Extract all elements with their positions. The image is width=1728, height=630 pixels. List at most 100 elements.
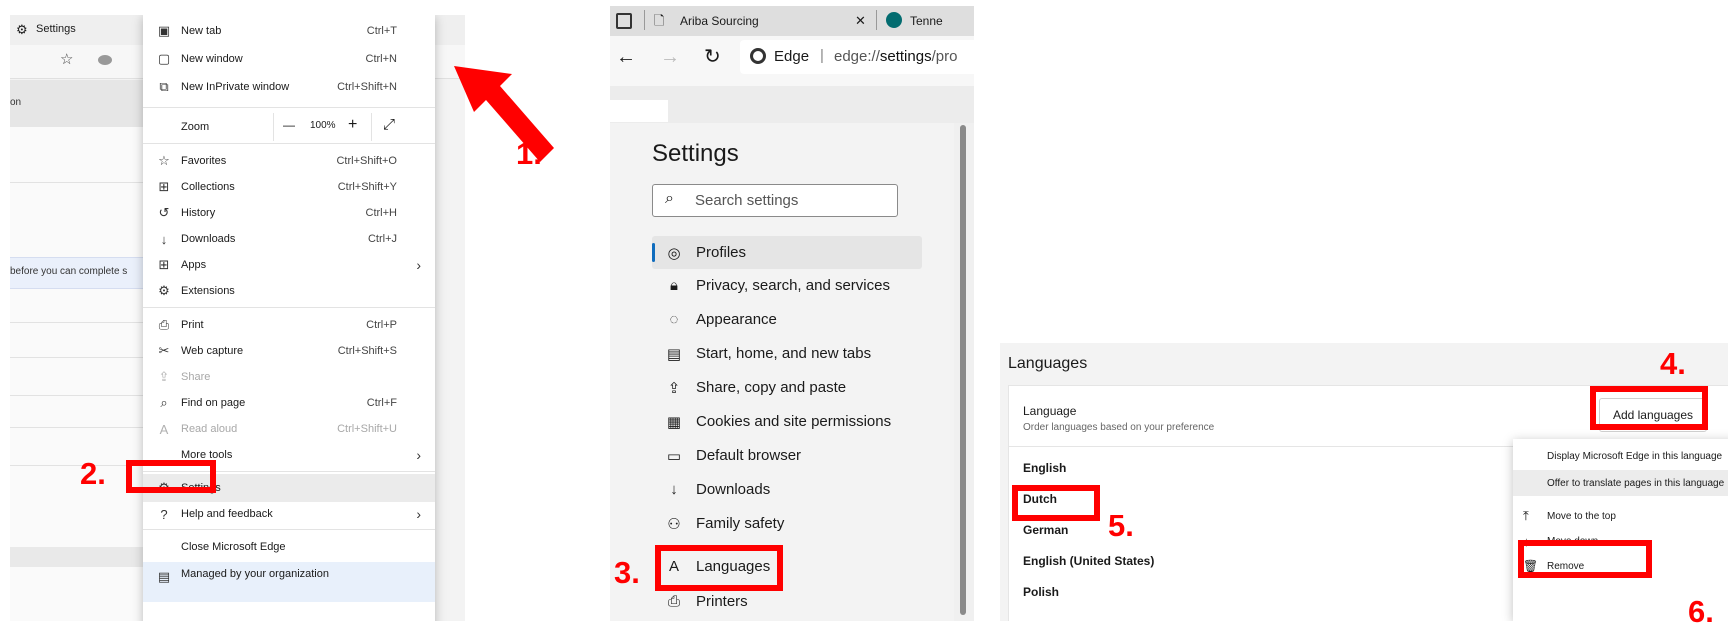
scrollbar[interactable]: [954, 123, 974, 621]
menu-item-extensions[interactable]: ⚙ Extensions: [143, 277, 435, 305]
menu-item-apps[interactable]: ⊞ Apps ›: [143, 251, 435, 279]
sidebar-item-downloads[interactable]: ↓ Downloads: [652, 473, 922, 506]
sidebar-item-start-home[interactable]: ▤ Start, home, and new tabs: [652, 337, 922, 370]
home-icon: ▤: [666, 345, 682, 363]
menu-item-print[interactable]: ⎙ Print Ctrl+P: [143, 311, 435, 339]
sidebar-item-family-safety[interactable]: ⚇ Family safety: [652, 507, 922, 540]
tab-second[interactable]: Tenne: [910, 14, 943, 28]
menu-item-offer-translate[interactable]: Offer to translate pages in this languag…: [1513, 470, 1728, 496]
tab-settings[interactable]: Settings: [36, 23, 76, 35]
section-title: Languages: [1008, 355, 1088, 372]
cut-off-text: on: [10, 97, 22, 108]
new-window-icon: ▢: [157, 51, 171, 66]
menu-item-new-tab[interactable]: ▣ New tab Ctrl+T: [143, 17, 435, 45]
chevron-right-icon: ›: [416, 447, 421, 463]
card-subtitle: Order languages based on your preference: [1023, 422, 1215, 433]
languages-settings-screenshot: Languages Language Order languages based…: [1000, 343, 1728, 621]
zoom-out-button[interactable]: —: [283, 118, 295, 132]
page-content: before you can complete s: [10, 127, 143, 621]
share-icon: ⇪: [667, 379, 681, 397]
printer-icon: ⎙: [158, 317, 170, 332]
favorite-star-icon[interactable]: ☆: [60, 50, 73, 68]
menu-item-find-on-page[interactable]: ⌕ Find on page Ctrl+F: [143, 389, 435, 417]
language-row-english[interactable]: English: [1023, 461, 1066, 475]
language-row-polish[interactable]: Polish: [1023, 585, 1059, 599]
sidebar-item-profiles[interactable]: ◎ Profiles: [652, 236, 922, 269]
extensions-icon: ⚙: [158, 283, 170, 298]
profiles-icon: ◎: [667, 244, 681, 262]
move-top-icon: ⤒: [1523, 508, 1529, 523]
briefcase-icon: ▤: [157, 569, 171, 584]
step-4-label: 4.: [1660, 346, 1686, 381]
menu-item-read-aloud[interactable]: A Read aloud Ctrl+Shift+U: [143, 415, 435, 443]
info-banner: before you can complete s: [10, 257, 143, 289]
menu-item-zoom: Zoom — 100% + ⤢: [143, 113, 435, 141]
edge-logo-icon: [750, 48, 766, 64]
annotation-box-dutch: [1012, 485, 1100, 521]
close-tab-button[interactable]: ✕: [855, 13, 866, 29]
chevron-right-icon: ›: [416, 506, 421, 522]
back-arrow-icon[interactable]: ←: [616, 46, 636, 69]
avatar[interactable]: [98, 55, 112, 65]
sidebar-item-privacy[interactable]: 🔒︎ Privacy, search, and services: [652, 269, 922, 302]
share-icon: ⇪: [158, 369, 170, 384]
address-separator: |: [820, 47, 824, 64]
new-tab-icon: ▣: [157, 23, 171, 38]
menu-item-new-window[interactable]: ▢ New window Ctrl+N: [143, 45, 435, 73]
cookies-icon: ▦: [666, 413, 682, 431]
search-placeholder: Search settings: [695, 192, 799, 209]
tab-ariba-sourcing[interactable]: Ariba Sourcing: [680, 14, 759, 28]
search-icon: ⌕: [665, 190, 674, 207]
menu-item-move-to-top[interactable]: ⤒ Move to the top: [1513, 503, 1728, 529]
palette-icon: ◌: [669, 311, 679, 328]
banner-text: before you can complete s: [10, 266, 128, 277]
read-aloud-icon: A: [159, 421, 169, 437]
address-bar[interactable]: Edge | edge://settings/pro: [740, 40, 974, 74]
menu-item-display-edge[interactable]: Display Microsoft Edge in this language: [1513, 443, 1728, 469]
language-row-german[interactable]: German: [1023, 523, 1068, 537]
printer-icon: ⎙: [667, 593, 680, 610]
menu-item-favorites[interactable]: ☆ Favorites Ctrl+Shift+O: [143, 147, 435, 175]
sharepoint-icon: [886, 12, 902, 28]
annotation-box-settings: [126, 460, 216, 493]
annotation-arrow: [454, 66, 554, 162]
lock-icon: 🔒︎: [670, 277, 678, 294]
menu-item-web-capture[interactable]: ✂ Web capture Ctrl+Shift+S: [143, 337, 435, 365]
sidebar-item-cookies[interactable]: ▦ Cookies and site permissions: [652, 405, 922, 438]
menu-item-close-edge[interactable]: Close Microsoft Edge: [143, 533, 435, 561]
menu-item-downloads[interactable]: ↓ Downloads Ctrl+J: [143, 225, 435, 253]
sidebar-item-share[interactable]: ⇪ Share, copy and paste: [652, 371, 922, 404]
page-top-band: [610, 86, 974, 123]
refresh-icon[interactable]: ↻: [704, 44, 721, 69]
menu-item-managed[interactable]: ▤ Managed by your organization: [143, 562, 435, 602]
menu-item-help-and-feedback[interactable]: ? Help and feedback ›: [143, 500, 435, 528]
tab-actions-icon[interactable]: [616, 13, 632, 29]
step-6-label: 6.: [1688, 594, 1714, 629]
menu-item-share[interactable]: ⇪ Share: [143, 363, 435, 391]
menu-item-collections[interactable]: ⊞ Collections Ctrl+Shift+Y: [143, 173, 435, 201]
gear-icon: ⚙: [16, 22, 28, 37]
zoom-in-button[interactable]: +: [348, 116, 357, 134]
zoom-level: 100%: [310, 120, 336, 131]
step-5-label: 5.: [1108, 508, 1134, 543]
search-input[interactable]: ⌕ Search settings: [652, 184, 898, 217]
download-icon: ↓: [160, 231, 168, 247]
page-header-strip: on: [10, 80, 143, 127]
card-title: Language: [1023, 404, 1077, 418]
menu-item-new-inprivate[interactable]: ⧉ New InPrivate window Ctrl+Shift+N: [143, 73, 435, 101]
language-row-english-us[interactable]: English (United States): [1023, 554, 1154, 568]
address-url: edge://settings/pro: [834, 48, 958, 65]
step-3-label: 3.: [614, 555, 640, 590]
menu-item-history[interactable]: ↺ History Ctrl+H: [143, 199, 435, 227]
web-capture-icon: ✂: [158, 343, 170, 358]
forward-arrow-icon[interactable]: →: [660, 46, 680, 69]
page-title: Settings: [652, 140, 739, 167]
favorites-icon: ☆: [158, 153, 170, 168]
browser-tab-bar: 🗋 Ariba Sourcing ✕ Tenne: [610, 6, 974, 36]
sidebar-item-appearance[interactable]: ◌ Appearance: [652, 303, 922, 336]
download-icon: ↓: [670, 481, 678, 498]
settings-and-more-menu: ▣ New tab Ctrl+T ▢ New window Ctrl+N ⧉ New In…: [143, 15, 435, 621]
sidebar-item-default-browser[interactable]: ▭ Default browser: [652, 439, 922, 472]
fullscreen-button[interactable]: ⤢: [383, 116, 395, 133]
annotation-box-move-to-top: [1518, 540, 1652, 578]
